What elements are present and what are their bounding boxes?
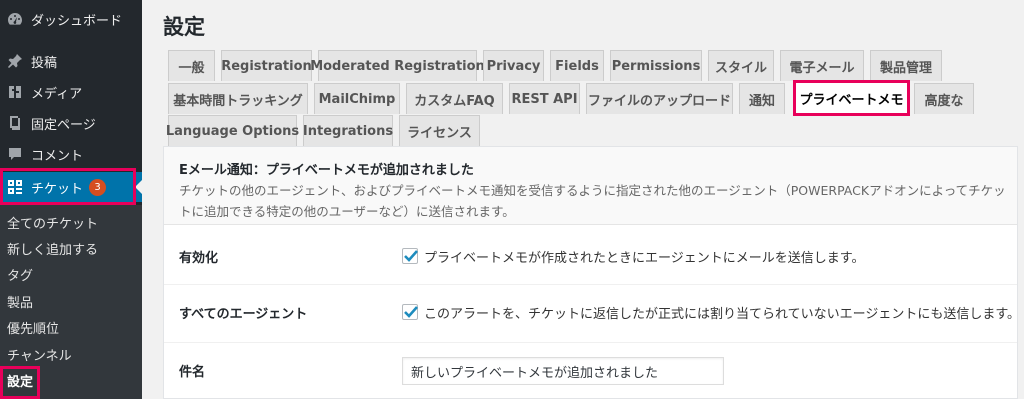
tab-general[interactable]: 一般 [168,50,215,81]
menu-item-comments[interactable]: コメント [0,139,142,169]
section-title: Eメール通知：プライベートメモが追加されました [179,163,474,178]
menu-label-posts: 投稿 [31,55,58,71]
tab-permissions[interactable]: Permissions [610,50,702,81]
subject-label: 件名 [179,365,206,380]
menu-label-dashboard: ダッシュボード [31,13,123,29]
tab-notifications[interactable]: 通知 [739,83,785,114]
ticket-count-badge: 3 [89,178,107,196]
tickets-grid-icon [5,177,25,197]
tab-custom-faq[interactable]: カスタムFAQ [406,83,503,114]
enabled-checkbox[interactable] [402,248,418,264]
tab-file-upload[interactable]: ファイルのアップロード [586,83,733,114]
submenu-add-new[interactable]: 新しく追加する [0,235,142,261]
row-all-agents: すべてのエージェント このアラートを、チケットに返信したが正式には割り当てられて… [164,285,1020,343]
checkmark-icon [404,250,418,262]
menu-item-pages[interactable]: 固定ページ [0,108,142,138]
submenu-channels[interactable]: チャンネル [0,341,142,367]
media-icon [5,82,25,102]
menu-label-tickets: チケット [31,181,84,197]
tab-license[interactable]: ライセンス [399,115,480,146]
all-agents-checkbox[interactable] [402,304,418,320]
submenu-priorities[interactable]: 優先順位 [0,314,142,340]
page-title: 設定 [163,15,205,39]
submenu-tags[interactable]: タグ [0,261,142,287]
tab-integrations[interactable]: Integrations [303,115,393,146]
all-agents-checkbox-label[interactable]: このアラートを、チケットに返信したが正式には割り当てられていないエージェントにも… [424,303,1020,322]
subject-input[interactable] [402,357,724,385]
tab-privacy[interactable]: Privacy [483,50,544,81]
submenu-products[interactable]: 製品 [0,288,142,314]
menu-label-comments: コメント [31,148,84,164]
enabled-checkbox-label[interactable]: プライベートメモが作成されたときにエージェントにメールを送信します。 [424,247,864,266]
tab-language-options[interactable]: Language Options [166,115,299,146]
tab-rest-api[interactable]: REST API [509,83,580,114]
row-enabled: 有効化 プライベートメモが作成されたときにエージェントにメールを送信します。 [164,227,1017,285]
dashboard-icon [5,9,25,29]
pin-icon [5,51,25,71]
page-icon [5,113,25,133]
submenu-settings[interactable]: 設定 [0,367,142,393]
tab-style[interactable]: スタイル [708,50,774,81]
section-header: Eメール通知：プライベートメモが追加されました チケットの他のエージェント、およ… [164,147,1017,225]
tab-private-notes[interactable]: プライベートメモ [793,80,910,116]
section-description: チケットの他のエージェント、およびプライベートメモ通知を受信するように指定された… [179,183,1006,219]
tab-advanced[interactable]: 高度な [914,83,974,114]
menu-label-pages: 固定ページ [31,117,96,133]
checkmark-icon [404,306,418,318]
menu-item-posts[interactable]: 投稿 [0,46,142,76]
menu-item-media[interactable]: メディア [0,77,142,107]
enabled-label: 有効化 [179,251,219,266]
comment-icon [5,144,25,164]
tickets-submenu: 全てのチケット 新しく追加する タグ 製品 優先順位 チャンネル 設定 [0,205,142,399]
settings-panel: Eメール通知：プライベートメモが追加されました チケットの他のエージェント、およ… [163,146,1020,399]
menu-item-dashboard[interactable]: ダッシュボード [0,4,142,34]
tab-mailchimp[interactable]: MailChimp [314,83,400,114]
admin-sidebar: ダッシュボード 投稿 メディア 固定ページ コメント チケット 3 全てのチケッ… [0,0,142,399]
submenu-all-tickets[interactable]: 全てのチケット [0,209,142,235]
tab-moderated-registration[interactable]: Moderated Registration [310,50,485,81]
tab-registration[interactable]: Registration [221,50,312,81]
tab-fields[interactable]: Fields [550,50,604,81]
menu-label-media: メディア [31,86,83,102]
tab-email[interactable]: 電子メール [780,50,864,81]
tab-basic-time-tracking[interactable]: 基本時間トラッキング [168,83,308,114]
all-agents-label: すべてのエージェント [179,307,308,322]
menu-item-tickets[interactable]: チケット 3 [0,172,142,202]
tab-product-management[interactable]: 製品管理 [870,50,942,81]
